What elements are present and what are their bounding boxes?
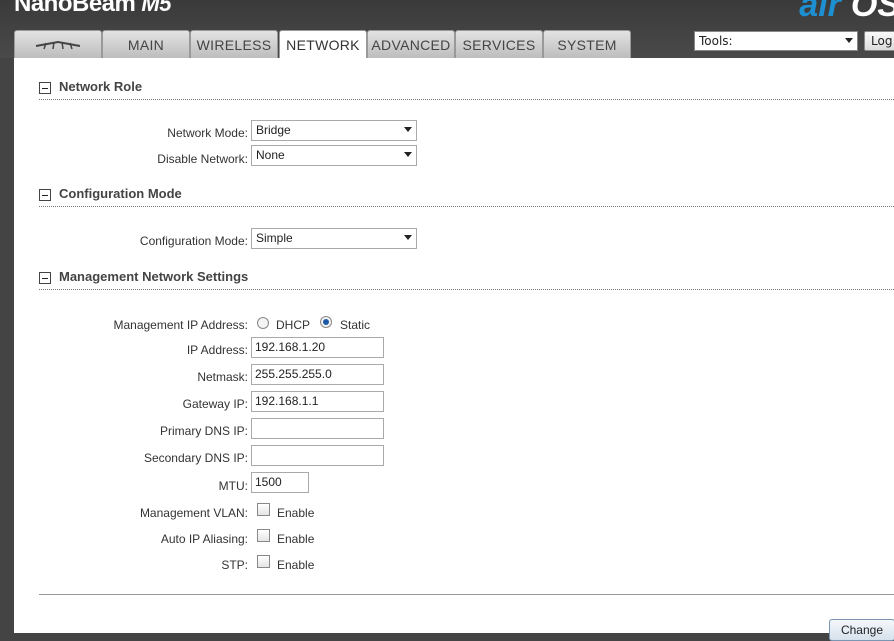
management-vlan-label: Management VLAN: [139, 506, 248, 520]
configuration-mode-value: Simple [256, 231, 293, 245]
tab-advanced[interactable]: ADVANCED [367, 30, 455, 58]
collapse-icon[interactable] [39, 189, 51, 201]
section-title: Network Role [59, 79, 143, 94]
section-title: Configuration Mode [59, 186, 182, 201]
tab-ubiquiti-logo[interactable] [14, 30, 102, 58]
primary-dns-label: Primary DNS IP: [159, 424, 248, 438]
section-title: Management Network Settings [59, 269, 249, 284]
ip-address-input[interactable]: 192.168.1.20 [251, 337, 384, 358]
airos-logo: air OS [799, 0, 894, 25]
collapse-icon[interactable] [39, 272, 51, 284]
dhcp-label: DHCP [276, 318, 311, 332]
network-mode-select[interactable]: Bridge [251, 120, 417, 141]
tab-services[interactable]: SERVICES [455, 30, 543, 58]
auto-ip-aliasing-enable-label: Enable [277, 532, 315, 546]
logo-prefix: air [799, 0, 841, 24]
management-ip-label: Management IP Address: [113, 318, 248, 332]
management-vlan-checkbox[interactable] [257, 503, 270, 516]
static-radio[interactable] [320, 316, 332, 328]
netmask-label: Netmask: [197, 370, 248, 384]
network-settings-panel: Network Role Network Mode: Bridge Disabl… [14, 58, 894, 641]
mtu-input[interactable]: 1500 [251, 472, 309, 493]
logout-button[interactable]: Log [864, 31, 894, 51]
disable-network-select[interactable]: None [251, 145, 417, 166]
management-vlan-enable-label: Enable [277, 506, 315, 520]
change-button[interactable]: Change [829, 619, 894, 641]
chevron-down-icon [404, 152, 412, 157]
stp-enable-label: Enable [277, 558, 315, 572]
configuration-mode-select[interactable]: Simple [251, 228, 417, 249]
disable-network-label: Disable Network: [157, 152, 248, 166]
secondary-dns-input[interactable] [251, 445, 384, 466]
dhcp-radio[interactable] [257, 317, 269, 329]
tools-select[interactable]: Tools: [694, 31, 858, 51]
stp-checkbox[interactable] [257, 555, 270, 568]
stp-label: STP: [221, 558, 248, 572]
static-label: Static [340, 318, 371, 332]
primary-dns-input[interactable] [251, 418, 384, 439]
tab-main[interactable]: MAIN [102, 30, 190, 58]
header-bar: NanoBeam M5 air OS MAIN WIRELESS NETWORK A… [0, 0, 894, 59]
network-mode-value: Bridge [256, 123, 291, 137]
tools-select-value: Tools: [699, 34, 733, 48]
chevron-down-icon [845, 38, 853, 43]
tab-system[interactable]: SYSTEM [543, 30, 631, 58]
tab-wireless[interactable]: WIRELESS [190, 30, 278, 58]
gateway-ip-input[interactable]: 192.168.1.1 [251, 391, 384, 412]
auto-ip-aliasing-label: Auto IP Aliasing: [160, 532, 248, 546]
network-mode-label: Network Mode: [167, 126, 248, 140]
section-network-role: Network Role [39, 79, 894, 100]
model-mark: M5 [141, 0, 171, 16]
form-divider [39, 594, 894, 595]
mtu-label: MTU: [218, 479, 248, 493]
section-configuration-mode: Configuration Mode [39, 186, 894, 207]
netmask-input[interactable]: 255.255.255.0 [251, 364, 384, 385]
secondary-dns-label: Secondary DNS IP: [143, 451, 248, 465]
logo-text: OS [850, 0, 894, 24]
gateway-ip-label: Gateway IP: [182, 397, 248, 411]
ubiquiti-logo-icon [35, 40, 81, 50]
chevron-down-icon [404, 127, 412, 132]
auto-ip-aliasing-checkbox[interactable] [257, 529, 270, 542]
tab-network[interactable]: NETWORK [279, 30, 367, 59]
section-management-network: Management Network Settings [39, 269, 894, 290]
ip-address-label: IP Address: [186, 343, 248, 357]
disable-network-value: None [256, 148, 285, 162]
configuration-mode-label: Configuration Mode: [139, 234, 248, 248]
collapse-icon[interactable] [39, 82, 51, 94]
brand-text: NanoBeam [14, 0, 136, 17]
chevron-down-icon [404, 235, 412, 240]
brand-name: NanoBeam M5 [14, 0, 171, 18]
